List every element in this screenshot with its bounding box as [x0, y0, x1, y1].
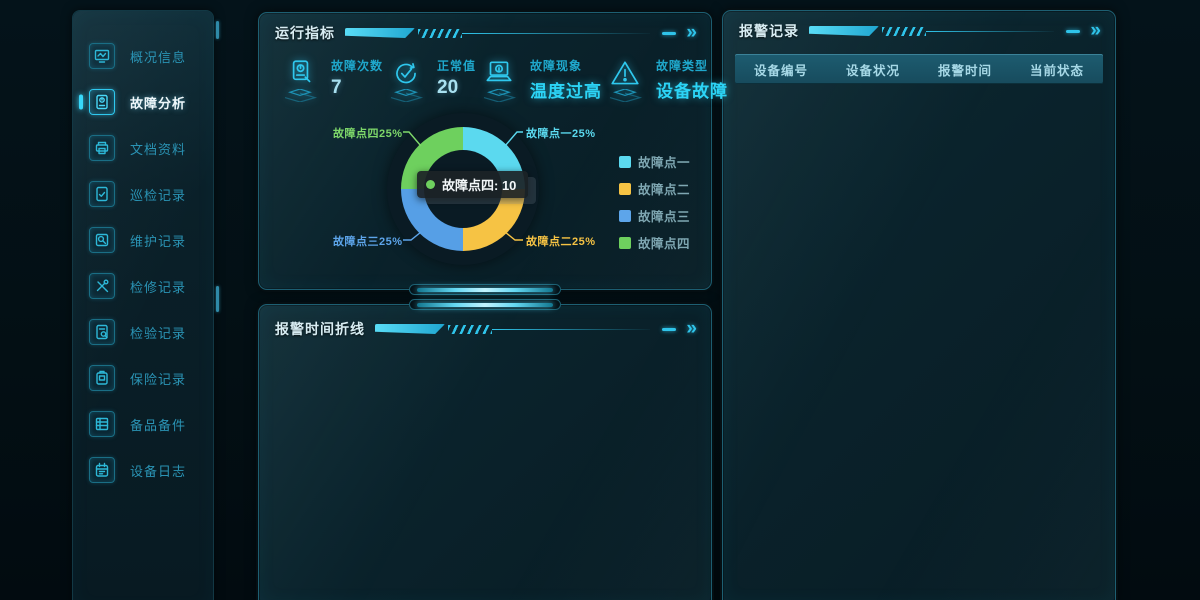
minimize-icon[interactable]: [662, 32, 676, 35]
slice-label-1: 故障点一25%: [526, 125, 596, 141]
column-device-id: 设备编号: [735, 60, 827, 79]
double-arrow-icon[interactable]: »: [686, 26, 697, 40]
header-decoration: [345, 28, 650, 38]
tooltip-text: 故障点四: 10: [442, 175, 516, 194]
test-doc-search-icon: [89, 319, 115, 345]
sidebar-item-maintenance[interactable]: 维护记录: [73, 217, 213, 263]
sidebar-item-label: 检修记录: [130, 277, 186, 296]
sidebar-item-label: 保险记录: [130, 369, 186, 388]
sidebar-item-spare-parts[interactable]: 备品备件: [73, 401, 213, 447]
sidebar-item-label: 巡检记录: [130, 185, 186, 204]
legend-item-3[interactable]: 故障点三: [619, 206, 690, 225]
chart-legend: 故障点一 故障点二 故障点三 故障点四: [619, 152, 690, 252]
minimize-icon[interactable]: [662, 328, 676, 331]
sidebar-item-label: 文档资料: [130, 139, 186, 158]
repair-tools-icon: [89, 273, 115, 299]
sidebar-item-device-log[interactable]: 设备日志: [73, 447, 213, 493]
dashboard: 概况信息 故障分析 文档资料 巡检记录: [0, 0, 1200, 600]
panel-notch: [409, 299, 561, 310]
decor-stripes: [418, 29, 462, 38]
sidebar: 概况信息 故障分析 文档资料 巡检记录: [72, 10, 214, 600]
panel-title: 报警记录: [739, 21, 799, 41]
header-decoration: [375, 324, 650, 334]
spare-parts-list-icon: [89, 411, 115, 437]
sidebar-item-insurance[interactable]: 保险记录: [73, 355, 213, 401]
decor-trapezoid: [809, 26, 879, 36]
column-alarm-time: 报警时间: [919, 60, 1011, 79]
panel-alarm-records: 报警记录 » 设备编号 设备状况 报警时间 当前状态: [722, 10, 1116, 600]
legend-label: 故障点三: [638, 206, 690, 225]
legend-label: 故障点二: [638, 179, 690, 198]
slice-label-2: 故障点二25%: [526, 233, 596, 249]
legend-swatch-icon: [619, 237, 631, 249]
inspection-check-icon: [89, 181, 115, 207]
scrollbar-thumb[interactable]: [216, 21, 219, 39]
legend-item-4[interactable]: 故障点四: [619, 233, 690, 252]
panel-controls: »: [662, 322, 697, 336]
sidebar-item-label: 故障分析: [130, 93, 186, 112]
minimize-icon[interactable]: [1066, 30, 1080, 33]
maintenance-search-icon: [89, 227, 115, 253]
notch-glow-bar: [417, 303, 553, 307]
decor-trapezoid: [345, 28, 415, 38]
sidebar-item-inspection[interactable]: 巡检记录: [73, 171, 213, 217]
decor-stripes: [448, 325, 492, 334]
slice-label-4: 故障点四25%: [333, 125, 403, 141]
panel-notch: [409, 284, 561, 295]
panel-alarms-header: 报警记录 »: [723, 11, 1115, 41]
scrollbar-thumb[interactable]: [216, 286, 219, 312]
decor-stripes: [882, 27, 926, 36]
documents-printer-icon: [89, 135, 115, 161]
device-log-calendar-icon: [89, 457, 115, 483]
sidebar-item-label: 维护记录: [130, 231, 186, 250]
legend-label: 故障点四: [638, 233, 690, 252]
sidebar-item-fault-analysis[interactable]: 故障分析: [73, 79, 213, 125]
sidebar-item-label: 设备日志: [130, 461, 186, 480]
overview-monitor-icon: [89, 43, 115, 69]
panel-controls: »: [662, 26, 697, 40]
tooltip-marker-dot: [426, 180, 435, 189]
panel-metrics: 运行指标 » 故障次数 7: [258, 12, 712, 290]
legend-item-2[interactable]: 故障点二: [619, 179, 690, 198]
sidebar-item-test-records[interactable]: 检验记录: [73, 309, 213, 355]
sidebar-item-repair[interactable]: 检修记录: [73, 263, 213, 309]
alarm-table-header: 设备编号 设备状况 报警时间 当前状态: [735, 54, 1103, 84]
legend-swatch-icon: [619, 156, 631, 168]
panel-metrics-header: 运行指标 »: [259, 13, 711, 43]
notch-glow-bar: [417, 288, 553, 292]
fault-analysis-icon: [89, 89, 115, 115]
decor-line: [462, 33, 650, 34]
double-arrow-icon[interactable]: »: [1090, 24, 1101, 38]
panel-alarm-line: 报警时间折线 »: [258, 304, 712, 600]
sidebar-item-label: 检验记录: [130, 323, 186, 342]
sidebar-item-label: 概况信息: [130, 47, 186, 66]
donut-chart: 故障点四25% 故障点一25% 故障点三25% 故障点二25% 故障点四: 10…: [259, 13, 711, 289]
decor-line: [926, 31, 1054, 32]
slice-label-3: 故障点三25%: [333, 233, 403, 249]
legend-label: 故障点一: [638, 152, 690, 171]
decor-line: [492, 329, 650, 330]
insurance-clipboard-icon: [89, 365, 115, 391]
legend-swatch-icon: [619, 183, 631, 195]
legend-swatch-icon: [619, 210, 631, 222]
decor-trapezoid: [375, 324, 445, 334]
panel-title: 报警时间折线: [275, 319, 365, 339]
panel-controls: »: [1066, 24, 1101, 38]
chart-tooltip: 故障点四: 10: [417, 171, 528, 198]
active-indicator: [79, 95, 83, 110]
header-decoration: [809, 26, 1054, 36]
sidebar-nav: 概况信息 故障分析 文档资料 巡检记录: [73, 11, 213, 493]
column-device-condition: 设备状况: [827, 60, 919, 79]
panel-line-header: 报警时间折线 »: [259, 305, 711, 339]
legend-item-1[interactable]: 故障点一: [619, 152, 690, 171]
sidebar-item-documents[interactable]: 文档资料: [73, 125, 213, 171]
column-current-status: 当前状态: [1011, 60, 1103, 79]
sidebar-item-overview[interactable]: 概况信息: [73, 33, 213, 79]
panel-title: 运行指标: [275, 23, 335, 43]
sidebar-item-label: 备品备件: [130, 415, 186, 434]
double-arrow-icon[interactable]: »: [686, 322, 697, 336]
